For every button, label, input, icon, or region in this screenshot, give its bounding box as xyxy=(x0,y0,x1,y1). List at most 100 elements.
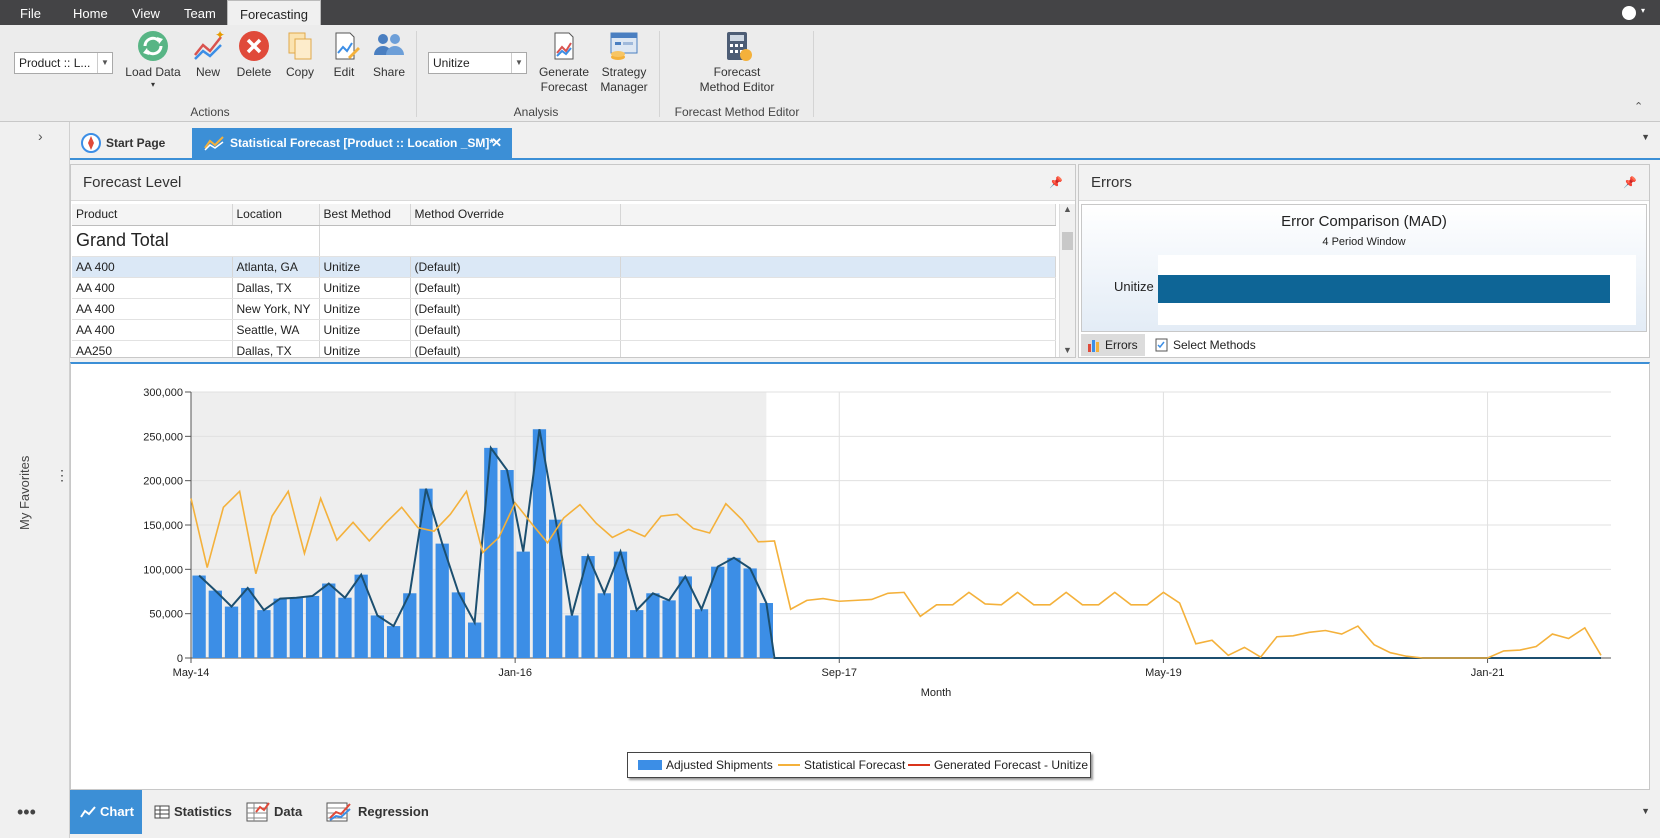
cell-best-method: Unitize xyxy=(319,340,411,357)
y-tick-label: 300,000 xyxy=(143,387,183,399)
line-chart-icon xyxy=(80,806,96,818)
bar-adjusted-shipments xyxy=(727,557,741,658)
checklist-icon xyxy=(1155,338,1168,352)
strategy-manager-label-2: Manager xyxy=(600,80,648,94)
compass-icon xyxy=(81,133,101,153)
bottom-tab-overflow-icon[interactable]: ▼ xyxy=(1641,806,1650,816)
bar-adjusted-shipments xyxy=(192,575,206,658)
ribbon-separator xyxy=(659,31,660,117)
forecast-chart-panel: 0 50,000 100,000 150,000 200,000 250,000 300,0… xyxy=(70,362,1650,790)
my-favorites-label[interactable]: My Favorites xyxy=(17,456,32,530)
cell-method-override[interactable]: (Default) xyxy=(410,319,621,341)
cell-method-override[interactable]: (Default) xyxy=(410,277,621,299)
edit-button[interactable]: Edit xyxy=(328,29,360,80)
grand-total-row[interactable]: Grand Total xyxy=(72,225,320,257)
pin-icon[interactable]: 📌 xyxy=(1049,165,1063,201)
cell-method-override[interactable]: (Default) xyxy=(410,256,621,278)
table-row[interactable]: AA 400 Atlanta, GA Unitize (Default) xyxy=(72,256,1056,278)
bar-adjusted-shipments xyxy=(678,576,692,658)
legend-swatch-statistical-forecast xyxy=(778,764,800,766)
generate-forecast-icon xyxy=(554,32,574,60)
column-header-method-override[interactable]: Method Override xyxy=(410,204,621,226)
new-button[interactable]: ✦ New xyxy=(190,29,226,80)
bar-adjusted-shipments xyxy=(516,551,530,658)
tab-overflow-chevron-icon[interactable]: ▼ xyxy=(1641,132,1650,142)
cell-best-method: Unitize xyxy=(319,256,411,278)
table-row[interactable]: AA 400 New York, NY Unitize (Default) xyxy=(72,298,1056,320)
tab-statistical-forecast[interactable]: Statistical Forecast [Product :: Locatio… xyxy=(192,128,512,158)
scroll-up-icon[interactable]: ▲ xyxy=(1060,204,1075,214)
more-options-icon[interactable]: ••• xyxy=(17,802,36,823)
method-combo-value: Unitize xyxy=(433,56,470,70)
scroll-thumb[interactable] xyxy=(1062,232,1073,250)
chevron-down-icon: ▼ xyxy=(97,53,112,73)
expand-chevron-icon[interactable]: › xyxy=(38,128,43,144)
copy-icon xyxy=(288,32,312,60)
cell-method-override[interactable]: (Default) xyxy=(410,298,621,320)
load-data-button[interactable]: Load Data ▾ xyxy=(122,29,184,90)
tab-regression[interactable]: Regression xyxy=(320,790,430,834)
errors-panel: Errors 📌 Error Comparison (MAD) 4 Period… xyxy=(1078,164,1650,358)
tab-data[interactable]: Data xyxy=(240,790,316,834)
error-bar-unitize xyxy=(1158,275,1610,303)
error-bar-label: Unitize xyxy=(1114,279,1154,294)
menu-tab-forecasting[interactable]: Forecasting xyxy=(227,0,321,25)
cell-method-override[interactable]: (Default) xyxy=(410,340,621,357)
product-level-combo[interactable]: Product :: L... ▼ xyxy=(14,52,113,74)
forecast-method-editor-button[interactable]: Forecast Method Editor xyxy=(682,29,792,95)
pin-icon[interactable]: 📌 xyxy=(1623,165,1637,201)
menu-tab-view[interactable]: View xyxy=(132,0,160,25)
bar-adjusted-shipments xyxy=(208,590,222,658)
bar-adjusted-shipments xyxy=(338,597,352,658)
error-chart-title: Error Comparison (MAD) xyxy=(1281,213,1447,230)
cell-location: Dallas, TX xyxy=(232,277,320,299)
bar-adjusted-shipments xyxy=(289,597,303,658)
menu-tab-file[interactable]: File xyxy=(20,0,41,25)
method-combo[interactable]: Unitize ▼ xyxy=(428,52,527,74)
chevron-down-icon[interactable]: ▾ xyxy=(1641,6,1645,15)
collapse-ribbon-icon[interactable]: ⌃ xyxy=(1634,100,1643,113)
table-row[interactable]: AA 400 Dallas, TX Unitize (Default) xyxy=(72,277,1056,299)
calculator-icon xyxy=(727,32,752,61)
grid-scrollbar[interactable]: ▲ ▼ xyxy=(1059,204,1075,357)
errors-subtab[interactable]: Errors xyxy=(1081,334,1145,356)
table-row[interactable]: AA 400 Seattle, WA Unitize (Default) xyxy=(72,319,1056,341)
copy-button[interactable]: Copy xyxy=(282,29,318,80)
column-header-product[interactable]: Product xyxy=(72,204,233,226)
bar-adjusted-shipments xyxy=(386,626,401,658)
tab-chart[interactable]: Chart xyxy=(70,790,142,834)
product-level-value: Product :: L... xyxy=(19,56,91,70)
share-button[interactable]: Share xyxy=(370,29,408,80)
table-row[interactable]: AA250 Dallas, TX Unitize (Default) xyxy=(72,340,1056,357)
chevron-down-icon: ▾ xyxy=(150,80,155,89)
splitter-handle-icon[interactable]: ⋮ xyxy=(55,468,69,482)
menu-tab-home[interactable]: Home xyxy=(73,0,108,25)
tab-statistics[interactable]: Statistics xyxy=(148,790,232,834)
bottom-view-tabs: Chart Statistics Data Regression ▼ xyxy=(70,790,1660,838)
y-tick-label: 0 xyxy=(177,653,183,665)
column-header-best-method[interactable]: Best Method xyxy=(319,204,411,226)
y-tick-label: 100,000 xyxy=(143,564,183,576)
scroll-down-icon[interactable]: ▼ xyxy=(1060,345,1075,355)
bar-chart-icon xyxy=(1088,340,1099,352)
bar-adjusted-shipments xyxy=(467,622,482,658)
cell-empty xyxy=(620,340,1056,357)
tab-chart-label: Chart xyxy=(100,804,134,819)
strategy-manager-button[interactable]: Strategy Manager xyxy=(595,29,653,95)
select-methods-subtab[interactable]: Select Methods xyxy=(1149,334,1269,356)
delete-button[interactable]: Delete xyxy=(233,29,275,80)
chevron-down-icon: ▼ xyxy=(511,53,526,73)
cell-empty xyxy=(620,298,1056,320)
analysis-group-label: Analysis xyxy=(513,105,559,119)
legend-swatch-generated-forecast xyxy=(908,764,930,766)
y-tick-label: 150,000 xyxy=(143,520,183,532)
share-users-icon xyxy=(374,34,404,55)
cell-product: AA 400 xyxy=(72,319,233,341)
strategy-manager-icon xyxy=(610,32,638,60)
menu-tab-team[interactable]: Team xyxy=(184,0,216,25)
close-icon[interactable]: ✕ xyxy=(491,128,502,158)
user-avatar-icon[interactable] xyxy=(1622,6,1636,20)
column-header-location[interactable]: Location xyxy=(232,204,320,226)
tab-start-page[interactable]: Start Page xyxy=(76,128,186,158)
generate-forecast-button[interactable]: Generate Forecast xyxy=(535,29,593,95)
